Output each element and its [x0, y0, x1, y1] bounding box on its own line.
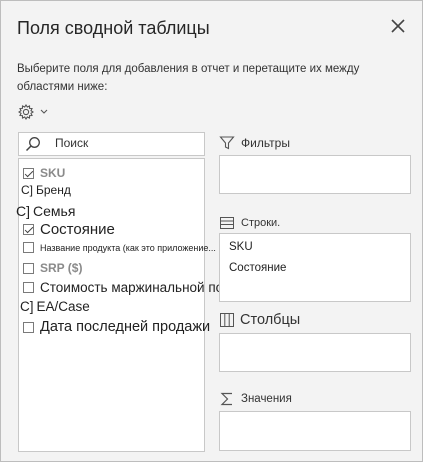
- checkbox-unchecked[interactable]: [23, 262, 34, 274]
- area-label: Фильтры: [241, 136, 290, 150]
- chevron-down-icon: [40, 109, 48, 114]
- field-label: SKU: [40, 166, 66, 180]
- field-item-srp[interactable]: SRP ($): [23, 261, 82, 275]
- rows-drop-zone[interactable]: SKU Состояние: [219, 233, 411, 302]
- filter-icon: [219, 136, 235, 150]
- rows-item-sku[interactable]: SKU: [229, 241, 253, 253]
- checkbox-unchecked[interactable]: [23, 321, 34, 333]
- field-prefix: C]: [21, 183, 33, 197]
- field-label: Семья: [33, 203, 76, 219]
- field-label: Бренд: [36, 183, 71, 197]
- columns-icon: [220, 313, 234, 327]
- field-label: EA/Case: [36, 299, 90, 314]
- rows-item-state[interactable]: Состояние: [229, 262, 286, 274]
- field-list: SKU C] Бренд C] Семья Состояние Название…: [16, 158, 260, 452]
- checkbox-checked[interactable]: [23, 224, 34, 235]
- field-item-last-sale-date[interactable]: Дата последней продажи: [23, 319, 210, 335]
- area-header: Строки.: [219, 215, 280, 231]
- pivot-field-list-pane: Поля сводной таблицы Выберите поля для д…: [0, 0, 423, 462]
- field-item-product-name[interactable]: Название продукта (как это приложение...: [23, 242, 216, 253]
- field-label: SRP ($): [40, 261, 83, 275]
- checkbox-unchecked[interactable]: [23, 242, 34, 253]
- checkbox-checked[interactable]: [23, 167, 34, 179]
- field-item-family[interactable]: C] Семья: [16, 203, 75, 219]
- rows-icon: [220, 217, 234, 229]
- area-label: Столбцы: [240, 312, 301, 328]
- search-input[interactable]: [55, 136, 195, 150]
- field-label: Состояние: [40, 221, 115, 238]
- instruction-text: Выберите поля для добавления в отчет и п…: [17, 63, 360, 93]
- field-item-brand[interactable]: C] Бренд: [21, 183, 71, 197]
- gear-icon[interactable]: [18, 103, 54, 121]
- close-icon[interactable]: [387, 15, 409, 37]
- search-box: [18, 132, 205, 156]
- sigma-icon: [220, 392, 232, 406]
- area-label: Значения: [241, 393, 292, 405]
- filters-drop-zone[interactable]: [219, 155, 411, 194]
- field-item-sku[interactable]: SKU: [23, 166, 65, 180]
- field-item-ea-case[interactable]: C] EA/Case: [20, 299, 90, 314]
- field-prefix: C]: [16, 203, 30, 219]
- columns-drop-zone[interactable]: [219, 333, 411, 372]
- values-drop-zone[interactable]: [219, 411, 411, 451]
- pane-title: Поля сводной таблицы: [17, 18, 210, 38]
- area-label: Строки.: [241, 217, 281, 229]
- area-header: Значения: [219, 391, 292, 407]
- field-item-state[interactable]: Состояние: [23, 221, 115, 238]
- search-icon: [25, 137, 40, 152]
- field-prefix: C]: [20, 299, 34, 314]
- field-label: Название продукта (как это приложение...: [40, 242, 216, 253]
- area-header: Фильтры: [219, 135, 290, 151]
- area-header: Столбцы: [219, 312, 300, 328]
- field-label: Дата последней продажи: [40, 319, 211, 335]
- checkbox-unchecked[interactable]: [23, 282, 34, 293]
